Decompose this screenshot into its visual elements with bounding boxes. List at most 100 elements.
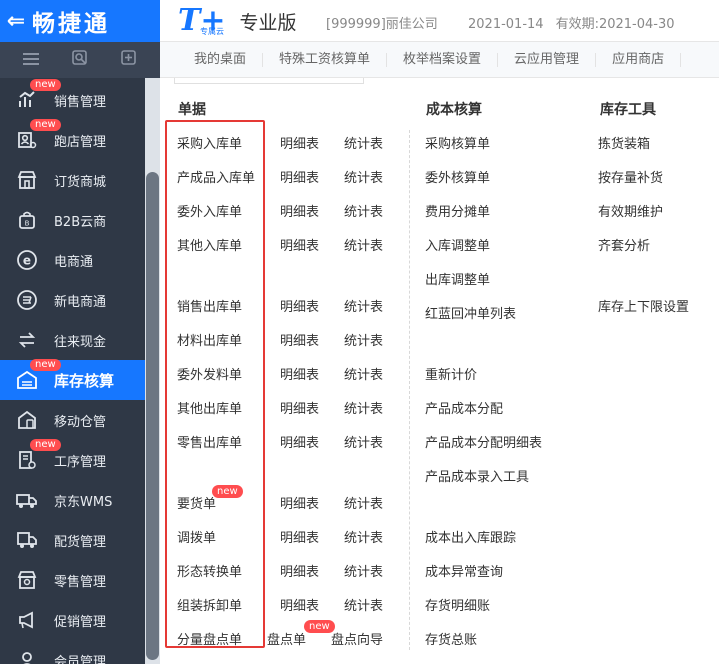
tab-enum-settings[interactable]: 枚举档案设置	[387, 53, 499, 67]
picking-packing-link[interactable]: 拣货装箱	[598, 133, 650, 152]
search-doc-icon[interactable]	[70, 50, 90, 70]
scrollbar-thumb[interactable]	[146, 172, 159, 660]
new-badge: new	[30, 79, 61, 91]
detail-link[interactable]: 明细表	[280, 595, 319, 614]
product-cost-entry-tool-link[interactable]: 产品成本录入工具	[425, 466, 529, 485]
expense-allocation-link[interactable]: 费用分摊单	[425, 201, 490, 220]
stats-link[interactable]: 统计表	[344, 595, 383, 614]
revaluation-link[interactable]: 重新计价	[425, 364, 477, 383]
stats-link[interactable]: 统计表	[344, 493, 383, 512]
detail-link[interactable]: 明细表	[280, 201, 319, 220]
stats-link[interactable]: 统计表	[344, 235, 383, 254]
sidebar-item-order-mall[interactable]: 订货商城	[0, 160, 145, 200]
app-header: ⇐ 畅捷通 T+ 专属云 专业版 [999999]丽佳公司 2021-01-14…	[0, 0, 719, 42]
sidebar-item-label: 库存核算	[54, 371, 115, 390]
stats-link[interactable]: 统计表	[344, 201, 383, 220]
sidebar-item-promotion[interactable]: 促销管理	[0, 600, 145, 640]
product-cost-allocation-link[interactable]: 产品成本分配	[425, 398, 503, 417]
exchange-icon	[14, 327, 40, 353]
detail-link[interactable]: 明细表	[280, 296, 319, 315]
tab-special-salary[interactable]: 特殊工资核算单	[263, 53, 388, 67]
retail-icon	[14, 567, 40, 593]
tab-bar: 我的桌面 特殊工资核算单 枚举档案设置 云应用管理 应用商店	[0, 42, 719, 78]
sidebar-item-members[interactable]: 会员管理	[0, 640, 145, 664]
cost-anomaly-query-link[interactable]: 成本异常查询	[425, 561, 503, 580]
cost-io-tracking-link[interactable]: 成本出入库跟踪	[425, 527, 516, 546]
mobile-warehouse-icon	[14, 407, 40, 433]
detail-link[interactable]: 明细表	[280, 364, 319, 383]
stats-link[interactable]: 统计表	[344, 364, 383, 383]
sidebar-item-store-visits[interactable]: new 跑店管理	[0, 119, 145, 160]
new-badge: new	[30, 439, 61, 451]
column-title-tools: 库存工具	[600, 102, 656, 118]
detail-link[interactable]: 明细表	[280, 561, 319, 580]
sidebar-item-ecommerce[interactable]: e 电商通	[0, 240, 145, 280]
sidebar-item-process[interactable]: new 工序管理	[0, 439, 145, 480]
product-cost-allocation-detail-link[interactable]: 产品成本分配明细表	[425, 432, 542, 451]
tab-desktop[interactable]: 我的桌面	[160, 53, 264, 67]
inventory-ledger-detail-link[interactable]: 存货明细账	[425, 595, 490, 614]
stats-link[interactable]: 统计表	[344, 296, 383, 315]
inbound-adjust-link[interactable]: 入库调整单	[425, 235, 490, 254]
detail-link[interactable]: 明细表	[280, 432, 319, 451]
menu-icon[interactable]	[21, 51, 41, 70]
sidebar-item-distribution[interactable]: 配货管理	[0, 520, 145, 560]
outsource-costing-link[interactable]: 委外核算单	[425, 167, 490, 186]
sidebar-item-label: 促销管理	[54, 614, 107, 630]
member-icon	[14, 647, 40, 664]
sidebar-item-label: 订货商城	[54, 174, 107, 190]
tab-app-store[interactable]: 应用商店	[596, 53, 682, 67]
stock-limit-settings-link[interactable]: 库存上下限设置	[598, 296, 689, 315]
stats-link[interactable]: 统计表	[344, 133, 383, 152]
sidebar-item-mobile-warehouse[interactable]: 移动仓管	[0, 400, 145, 440]
detail-link[interactable]: 明细表	[280, 493, 319, 512]
stats-link[interactable]: 统计表	[344, 561, 383, 580]
outbound-adjust-link[interactable]: 出库调整单	[425, 269, 490, 288]
stats-link[interactable]: 统计表	[344, 167, 383, 186]
bag-icon: B	[14, 207, 40, 233]
stats-link[interactable]: 统计表	[344, 330, 383, 349]
company-name: [999999]丽佳公司	[326, 17, 438, 32]
detail-link[interactable]: 明细表	[280, 527, 319, 546]
expiry-date: 有效期:2021-04-30	[555, 17, 675, 32]
sidebar-item-label: 零售管理	[54, 574, 107, 590]
detail-link[interactable]: 明细表	[280, 235, 319, 254]
svg-text:e: e	[23, 254, 31, 268]
sidebar-item-inventory-costing[interactable]: new 库存核算	[0, 359, 145, 400]
sidebar-item-b2b[interactable]: B B2B云商	[0, 200, 145, 240]
new-badge: new	[30, 359, 61, 371]
replenish-by-stock-link[interactable]: 按存量补货	[598, 167, 663, 186]
stats-link[interactable]: 统计表	[344, 432, 383, 451]
sidebar-item-cash[interactable]: 往来现金	[0, 320, 145, 360]
stats-link[interactable]: 统计表	[344, 527, 383, 546]
stats-link[interactable]: 统计表	[344, 398, 383, 417]
sidebar-scrollbar[interactable]	[145, 78, 160, 664]
sidebar-item-retail[interactable]: 零售管理	[0, 560, 145, 600]
expiry-maintenance-link[interactable]: 有效期维护	[598, 201, 663, 220]
e-circle-icon: e	[14, 247, 40, 273]
sidebar-item-label: 移动仓管	[54, 414, 107, 430]
sidebar-item-jd-wms[interactable]: 京东WMS	[0, 480, 145, 520]
detail-link[interactable]: 明细表	[280, 330, 319, 349]
tab-cloud-apps[interactable]: 云应用管理	[498, 53, 597, 67]
red-blue-reversal-link[interactable]: 红蓝回冲单列表	[425, 303, 516, 322]
detail-link[interactable]: 明细表	[280, 133, 319, 152]
detail-link[interactable]: 明细表	[280, 398, 319, 417]
stocktake-wizard-link[interactable]: 盘点向导	[331, 629, 383, 648]
stocktake-link[interactable]: 盘点单	[267, 629, 306, 648]
purchase-costing-link[interactable]: 采购核算单	[425, 133, 490, 152]
sidebar-item-new-ecommerce[interactable]: 新电商通	[0, 280, 145, 320]
sidebar-item-sales[interactable]: new 销售管理	[0, 79, 145, 120]
date-info: 2021-01-14 有效期:2021-04-30	[468, 13, 675, 32]
delivery-icon	[14, 527, 40, 553]
arrow-left-icon[interactable]: ⇐	[0, 9, 32, 34]
sidebar-item-label: 销售管理	[54, 94, 107, 110]
megaphone-icon	[14, 607, 40, 633]
detail-link[interactable]: 明细表	[280, 167, 319, 186]
brand-bar[interactable]: ⇐ 畅捷通	[0, 0, 160, 42]
sidebar-item-label: 电商通	[54, 254, 94, 270]
kit-analysis-link[interactable]: 齐套分析	[598, 235, 650, 254]
sidebar-item-label: 会员管理	[54, 654, 107, 664]
add-doc-icon[interactable]	[119, 50, 139, 70]
inventory-general-ledger-link[interactable]: 存货总账	[425, 629, 477, 648]
